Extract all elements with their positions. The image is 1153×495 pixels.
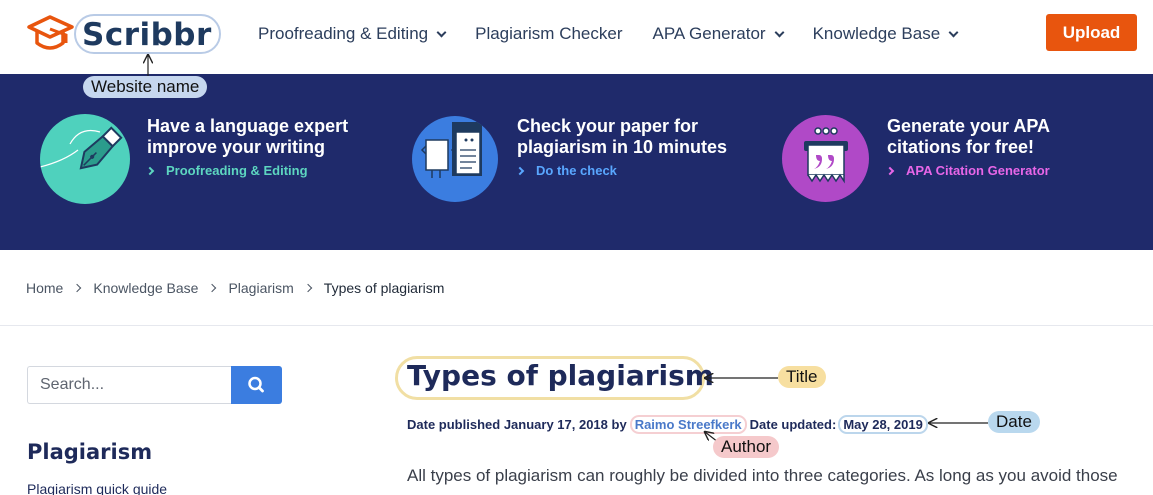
quote-document-icon	[782, 115, 869, 202]
breadcrumb: Home Knowledge Base Plagiarism Types of …	[26, 280, 444, 296]
upload-button[interactable]: Upload	[1046, 14, 1137, 51]
nav-apa-generator[interactable]: APA Generator	[652, 24, 785, 44]
main-nav: Proofreading & Editing Plagiarism Checke…	[258, 24, 987, 44]
promo-link-apa-citation-generator[interactable]: APA Citation Generator	[885, 163, 1117, 178]
search-button[interactable]	[231, 366, 282, 404]
annotation-date: Date	[988, 411, 1040, 433]
sidebar-title: Plagiarism	[27, 440, 153, 464]
promo-plagiarism-check: Check your paper for plagiarism in 10 mi…	[412, 114, 747, 202]
search-input[interactable]	[27, 366, 232, 404]
nav-label: APA Generator	[652, 24, 766, 43]
chevron-down-icon	[774, 27, 785, 37]
search-icon	[248, 376, 264, 393]
promo-heading: Check your paper for plagiarism in 10 mi…	[517, 116, 747, 158]
promo-banner: Have a language expert improve your writ…	[0, 74, 1153, 250]
breadcrumb-current: Types of plagiarism	[323, 280, 445, 296]
author-link[interactable]: Raimo Streefkerk	[629, 415, 747, 434]
promo-text: Generate your APA citations for free! AP…	[885, 116, 1117, 202]
breadcrumb-knowledge-base[interactable]: Knowledge Base	[93, 280, 198, 296]
annotation-title: Title	[778, 366, 826, 388]
promo-link-do-the-check[interactable]: Do the check	[515, 163, 747, 178]
section-divider	[0, 325, 1153, 326]
chevron-right-icon	[208, 283, 217, 293]
promo-apa-generator: Generate your APA citations for free! AP…	[782, 114, 1117, 202]
promo-text: Check your paper for plagiarism in 10 mi…	[515, 116, 747, 202]
published-date: January 17, 2018	[503, 417, 608, 432]
promo-link-label: Do the check	[536, 163, 617, 178]
promo-heading-line: Have a language expert	[147, 116, 349, 136]
chevron-right-icon	[145, 166, 155, 175]
chevron-right-icon	[73, 283, 82, 293]
site-logo[interactable]: Scribbr	[26, 13, 221, 55]
document-compare-icon	[412, 116, 498, 202]
chevron-down-icon	[436, 27, 447, 37]
article-lead-paragraph: All types of plagiarism can roughly be d…	[407, 466, 1118, 485]
breadcrumb-plagiarism[interactable]: Plagiarism	[228, 280, 293, 296]
annotation-author: Author	[713, 436, 780, 458]
article-title: Types of plagiarism	[407, 359, 714, 392]
by-label: by	[611, 417, 627, 432]
nav-label: Knowledge Base	[812, 24, 941, 43]
logo-wordmark: Scribbr	[82, 17, 212, 53]
nav-knowledge-base[interactable]: Knowledge Base	[812, 24, 959, 44]
nav-proofreading-editing[interactable]: Proofreading & Editing	[258, 24, 447, 44]
promo-text: Have a language expert improve your writ…	[145, 116, 377, 204]
chevron-right-icon	[303, 283, 313, 293]
promo-heading: Generate your APA citations for free!	[887, 116, 1117, 158]
promo-heading-line: improve your writing	[147, 137, 326, 157]
promo-heading-line: Check your paper for	[517, 116, 699, 136]
sidebar-link-quick-guide[interactable]: Plagiarism quick guide	[27, 481, 167, 495]
promo-link-label: Proofreading & Editing	[166, 163, 308, 178]
article-meta: Date published January 17, 2018 by Raimo…	[407, 415, 928, 434]
updated-prefix: Date updated:	[749, 417, 837, 432]
chevron-right-icon	[515, 166, 525, 175]
annotation-website-name: Website name	[83, 76, 208, 98]
promo-heading-line: citations for free!	[887, 137, 1035, 157]
promo-heading: Have a language expert improve your writ…	[147, 116, 377, 158]
nav-label: Proofreading & Editing	[258, 24, 429, 43]
chevron-down-icon	[948, 27, 959, 37]
promo-link-proofreading[interactable]: Proofreading & Editing	[145, 163, 377, 178]
promo-heading-line: plagiarism in 10 minutes	[517, 137, 728, 157]
promo-proofreading: Have a language expert improve your writ…	[40, 114, 377, 204]
nav-label: Plagiarism Checker	[475, 24, 623, 43]
updated-date: May 28, 2019	[838, 415, 928, 434]
chevron-right-icon	[885, 166, 895, 175]
promo-heading-line: Generate your APA	[887, 116, 1051, 136]
promo-link-label: APA Citation Generator	[906, 163, 1050, 178]
fountain-pen-icon	[40, 114, 130, 204]
graduation-cap-icon	[27, 15, 74, 50]
breadcrumb-home[interactable]: Home	[26, 280, 63, 296]
site-header: Scribbr Proofreading & Editing Plagiaris…	[0, 0, 1153, 74]
nav-plagiarism-checker[interactable]: Plagiarism Checker	[475, 24, 622, 44]
published-prefix: Date published	[407, 417, 501, 432]
